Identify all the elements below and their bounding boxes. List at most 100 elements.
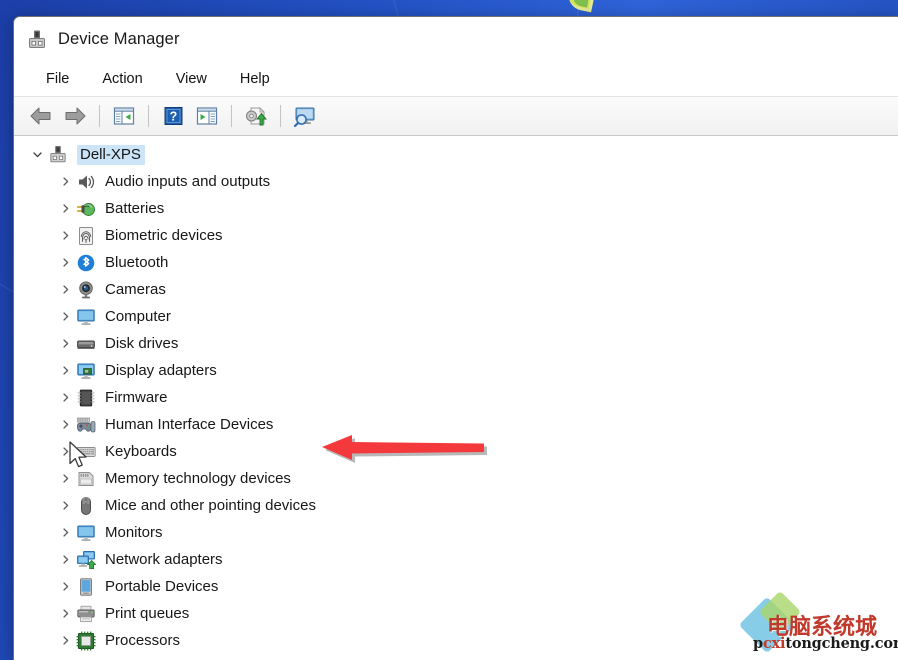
tree-item-label: Human Interface Devices (105, 415, 274, 433)
tree-item-label: Processors (105, 631, 181, 649)
chevron-right-icon[interactable] (56, 230, 74, 241)
window-titlebar: Device Manager (14, 17, 898, 62)
chevron-right-icon[interactable] (56, 338, 74, 349)
chevron-right-icon[interactable] (56, 392, 74, 403)
chevron-right-icon[interactable] (56, 257, 74, 268)
toolbar-scan-hardware-button[interactable] (290, 102, 320, 130)
display-adapter-icon (76, 361, 96, 381)
chevron-right-icon[interactable] (56, 608, 74, 619)
tree-item-label: Cameras (105, 280, 166, 298)
monitor-icon (76, 523, 96, 543)
menu-action[interactable]: Action (92, 68, 152, 90)
speaker-icon (76, 172, 96, 192)
svg-text:?: ? (169, 110, 177, 124)
chevron-right-icon[interactable] (56, 419, 74, 430)
tree-row-memory-technology-devices[interactable]: Memory technology devices (14, 465, 898, 492)
menu-bar: File Action View Help (14, 62, 898, 97)
network-adapter-icon (76, 550, 96, 570)
tree-row-print-queues[interactable]: Print queues (14, 600, 898, 627)
update-driver-icon (244, 106, 268, 127)
disk-drive-icon (76, 334, 96, 354)
monitor-icon (76, 307, 96, 327)
tree-row-bluetooth[interactable]: Bluetooth (14, 249, 898, 276)
gamepad-icon (76, 415, 96, 435)
computer-root-icon (48, 145, 68, 165)
tree-row-batteries[interactable]: Batteries (14, 195, 898, 222)
toolbar-back-button[interactable] (26, 102, 56, 130)
back-arrow-icon (29, 106, 53, 126)
phone-icon (76, 577, 96, 597)
tree-row-monitors[interactable]: Monitors (14, 519, 898, 546)
chevron-right-icon[interactable] (56, 581, 74, 592)
tree-row-mice-and-other-pointing-devices[interactable]: Mice and other pointing devices (14, 492, 898, 519)
window-title: Device Manager (58, 30, 180, 48)
fingerprint-icon (76, 226, 96, 246)
chip-icon (76, 388, 96, 408)
battery-icon (76, 199, 96, 219)
chevron-right-icon[interactable] (56, 284, 74, 295)
toolbar-separator-4 (280, 105, 281, 127)
chevron-right-icon[interactable] (56, 500, 74, 511)
menu-help[interactable]: Help (230, 68, 280, 90)
chevron-down-icon[interactable] (28, 149, 46, 160)
tree-row-keyboards[interactable]: Keyboards (14, 438, 898, 465)
tree-item-label: Portable Devices (105, 577, 219, 595)
menu-view[interactable]: View (166, 68, 217, 90)
chevron-right-icon[interactable] (56, 473, 74, 484)
menu-file[interactable]: File (36, 68, 79, 90)
tree-row-network-adapters[interactable]: Network adapters (14, 546, 898, 573)
tree-item-label: Network adapters (105, 550, 223, 568)
memory-card-icon (76, 469, 96, 489)
show-hide-console-tree-icon (113, 106, 135, 126)
keyboard-icon (76, 442, 96, 462)
tree-root-label: Dell-XPS (77, 144, 145, 165)
chevron-right-icon[interactable] (56, 311, 74, 322)
toolbar-properties-button[interactable] (192, 102, 222, 130)
tree-item-label: Firmware (105, 388, 168, 406)
help-icon: ? (163, 106, 184, 126)
wallpaper-leaf-icon (565, 0, 597, 13)
toolbar-separator-2 (148, 105, 149, 127)
tree-row-firmware[interactable]: Firmware (14, 384, 898, 411)
tree-row-human-interface-devices[interactable]: Human Interface Devices (14, 411, 898, 438)
toolbar-console-tree-button[interactable] (109, 102, 139, 130)
scan-for-hardware-changes-icon (293, 106, 317, 127)
chevron-right-icon[interactable] (56, 635, 74, 646)
tree-row-computer[interactable]: Computer (14, 303, 898, 330)
desktop-background: Device Manager File Action View Help ? D… (0, 0, 898, 660)
tree-row-portable-devices[interactable]: Portable Devices (14, 573, 898, 600)
chevron-right-icon[interactable] (56, 176, 74, 187)
chevron-right-icon[interactable] (56, 365, 74, 376)
tree-row-biometric-devices[interactable]: Biometric devices (14, 222, 898, 249)
tree-row-audio-inputs-and-outputs[interactable]: Audio inputs and outputs (14, 168, 898, 195)
toolbar-separator-3 (231, 105, 232, 127)
tree-row-processors[interactable]: Processors (14, 627, 898, 654)
chevron-right-icon[interactable] (56, 446, 74, 457)
printer-icon (76, 604, 96, 624)
chevron-right-icon[interactable] (56, 203, 74, 214)
tree-item-label: Computer (105, 307, 171, 325)
tree-item-label: Memory technology devices (105, 469, 291, 487)
forward-arrow-icon (63, 106, 87, 126)
tree-row-cameras[interactable]: Cameras (14, 276, 898, 303)
device-tree[interactable]: Dell-XPS Audio inputs and outputs Batter… (14, 136, 898, 660)
chevron-right-icon[interactable] (56, 527, 74, 538)
tree-item-label: Bluetooth (105, 253, 169, 271)
device-manager-icon (26, 29, 48, 51)
camera-icon (76, 280, 96, 300)
toolbar: ? (14, 97, 898, 136)
toolbar-update-driver-button[interactable] (241, 102, 271, 130)
tree-row-disk-drives[interactable]: Disk drives (14, 330, 898, 357)
tree-item-label: Monitors (105, 523, 163, 541)
tree-row-root[interactable]: Dell-XPS (14, 141, 898, 168)
toolbar-help-button[interactable]: ? (158, 102, 188, 130)
tree-item-label: Mice and other pointing devices (105, 496, 316, 514)
toolbar-forward-button[interactable] (60, 102, 90, 130)
tree-row-display-adapters[interactable]: Display adapters (14, 357, 898, 384)
properties-icon (196, 106, 218, 126)
tree-item-label: Print queues (105, 604, 190, 622)
chevron-right-icon[interactable] (56, 554, 74, 565)
tree-item-label: Audio inputs and outputs (105, 172, 271, 190)
tree-item-label: Disk drives (105, 334, 179, 352)
tree-item-label: Display adapters (105, 361, 217, 379)
